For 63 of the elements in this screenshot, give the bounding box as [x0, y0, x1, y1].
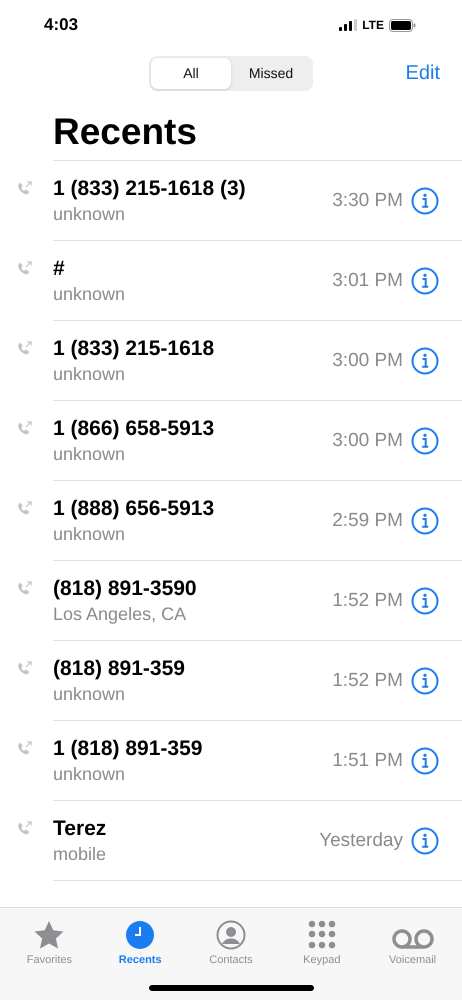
info-icon[interactable]: [411, 266, 439, 294]
caller-name: (818) 891-359: [53, 656, 186, 680]
caller-name: (818) 891-3590: [53, 576, 198, 600]
tab-bar-item[interactable]: Contacts: [186, 908, 275, 966]
outgoing-call-icon: [16, 661, 32, 677]
info-icon[interactable]: [411, 426, 439, 454]
info-icon[interactable]: [411, 826, 439, 854]
caller-name: 1 (833) 215-1618 (3): [53, 176, 247, 200]
filter-tab[interactable]: Missed: [231, 58, 311, 88]
tab-bar-item[interactable]: Favorites: [5, 908, 94, 966]
voicemail-icon: [390, 928, 435, 950]
call-time: Yesterday: [319, 830, 403, 852]
outgoing-call-icon: [16, 501, 32, 517]
caller-name: 1 (818) 891-359: [53, 736, 204, 760]
outgoing-call-icon: [16, 181, 32, 197]
outgoing-call-icon: [16, 581, 32, 597]
page-title: Recents: [53, 110, 198, 154]
call-time: 1:52 PM: [332, 670, 403, 692]
caller-detail: unknown: [53, 204, 126, 224]
caller-name: Terez: [53, 816, 108, 840]
filter-tab[interactable]: All: [151, 58, 231, 88]
info-icon[interactable]: [411, 186, 439, 214]
caller-name: 1 (866) 658-5913: [53, 416, 216, 440]
call-time: 3:00 PM: [332, 430, 403, 452]
call-time: 3:01 PM: [332, 270, 403, 292]
outgoing-call-icon: [16, 421, 32, 437]
caller-detail: Los Angeles, CA: [53, 604, 188, 624]
info-icon[interactable]: [411, 746, 439, 774]
caller-detail: unknown: [53, 524, 126, 544]
battery-icon: [389, 18, 416, 32]
call-time: 1:51 PM: [332, 750, 403, 772]
outgoing-call-icon: [16, 341, 32, 357]
call-time: 3:30 PM: [332, 190, 403, 212]
network-label: LTE: [362, 18, 384, 32]
caller-name: 1 (833) 215-1618: [53, 336, 216, 360]
info-icon[interactable]: [411, 346, 439, 374]
info-icon[interactable]: [411, 666, 439, 694]
outgoing-call-icon: [16, 821, 32, 837]
call-time: 1:52 PM: [332, 590, 403, 612]
signal-icon: [339, 19, 358, 31]
caller-name: 1 (888) 656-5913: [53, 496, 216, 520]
caller-name: #: [53, 256, 66, 280]
star-icon: [33, 920, 66, 950]
call-time: 2:59 PM: [332, 510, 403, 532]
caller-detail: mobile: [53, 844, 108, 864]
caller-detail: unknown: [53, 764, 126, 784]
edit-button[interactable]: Edit: [406, 62, 440, 84]
caller-detail: unknown: [53, 684, 126, 704]
caller-detail: unknown: [53, 284, 126, 304]
tab-bar-item[interactable]: Voicemail: [368, 908, 457, 966]
outgoing-call-icon: [16, 261, 32, 277]
keypad-icon: [308, 920, 336, 950]
caller-detail: unknown: [53, 364, 126, 384]
tab-bar-item[interactable]: Keypad: [278, 908, 366, 966]
outgoing-call-icon: [16, 741, 32, 757]
clock-icon: [125, 920, 156, 950]
info-icon[interactable]: [411, 506, 439, 534]
caller-detail: unknown: [53, 444, 126, 464]
tab-bar-item[interactable]: Recents: [96, 908, 184, 966]
info-icon[interactable]: [411, 586, 439, 614]
person-icon: [216, 920, 246, 950]
call-time: 3:00 PM: [332, 350, 403, 372]
status-time: 4:03: [44, 15, 78, 35]
